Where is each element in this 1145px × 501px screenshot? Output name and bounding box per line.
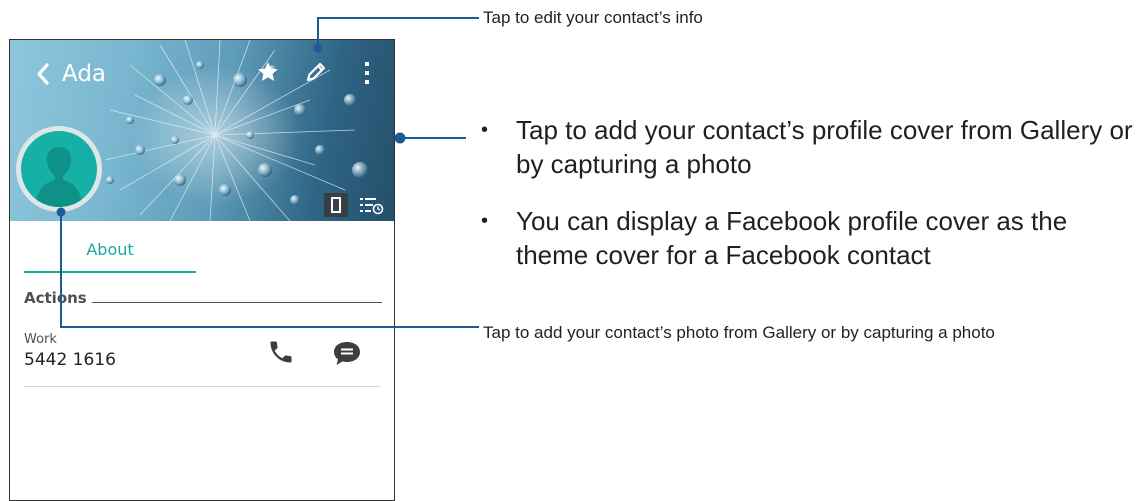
callout-cover-bullet: • Tap to add your contact’s profile cover… [481, 115, 1133, 179]
callout-edit-info: Tap to edit your contact’s info [483, 8, 703, 27]
bullet-text: Tap to add your contact’s profile cover … [516, 115, 1133, 179]
bullet-text: You can display a Facebook profile cover… [516, 206, 1068, 270]
callout-cover-bullet: • You can display a Facebook profile cove… [481, 206, 1068, 270]
callout-cover-list: • Tap to add your contact’s profile cover… [481, 113, 1141, 295]
callout-photo: Tap to add your contact’s photo from Gal… [483, 323, 995, 342]
